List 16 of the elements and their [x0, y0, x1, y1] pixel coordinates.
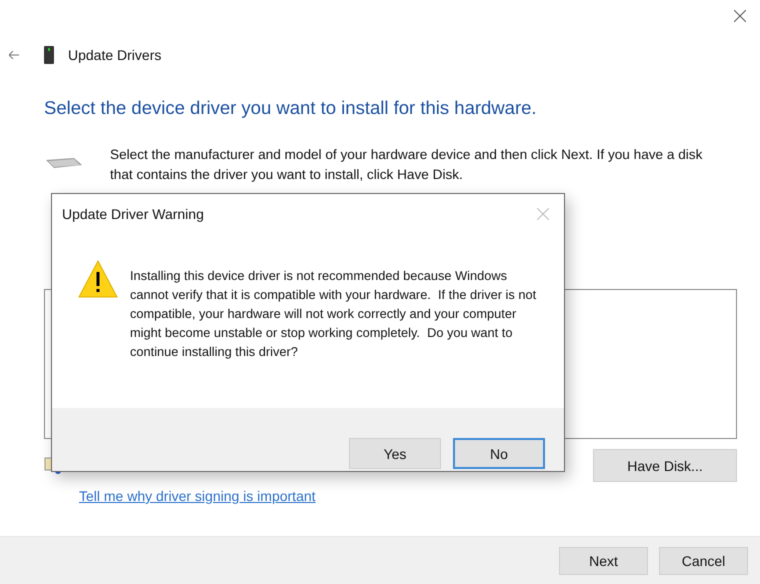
circuit-board-icon — [44, 157, 84, 169]
driver-signing-link[interactable]: Tell me why driver signing is important — [79, 488, 316, 504]
dialog-button[interactable]: No — [453, 438, 545, 469]
warning-icon — [78, 260, 118, 298]
close-icon[interactable] — [734, 10, 746, 22]
back-arrow-icon[interactable] — [9, 51, 19, 59]
warning-message: Installing this device driver is not recommended because Windows cannot verify that it is compatible with your hardware. If the driver is not compatible, your hardware will not work correctly and your computer might become unstable or stop working completely. Do you want to continue installing this driver? — [130, 267, 538, 361]
dialog-button[interactable]: Yes — [349, 438, 441, 469]
footer-button[interactable]: Next — [559, 546, 648, 574]
page-heading: Select the device driver you want to install for this hardware. — [44, 97, 538, 119]
window-title: Update Drivers — [68, 47, 162, 63]
footer-button[interactable]: Cancel — [659, 546, 748, 574]
device-icon — [44, 46, 54, 64]
have-disk-button[interactable]: Have Disk... — [593, 449, 737, 482]
dialog-title: Update Driver Warning — [62, 206, 204, 222]
description-text: Select the manufacturer and model of your hardware device and then click Next. If you have a disk that contains the driver you want to install, click Have Disk. — [110, 146, 704, 184]
